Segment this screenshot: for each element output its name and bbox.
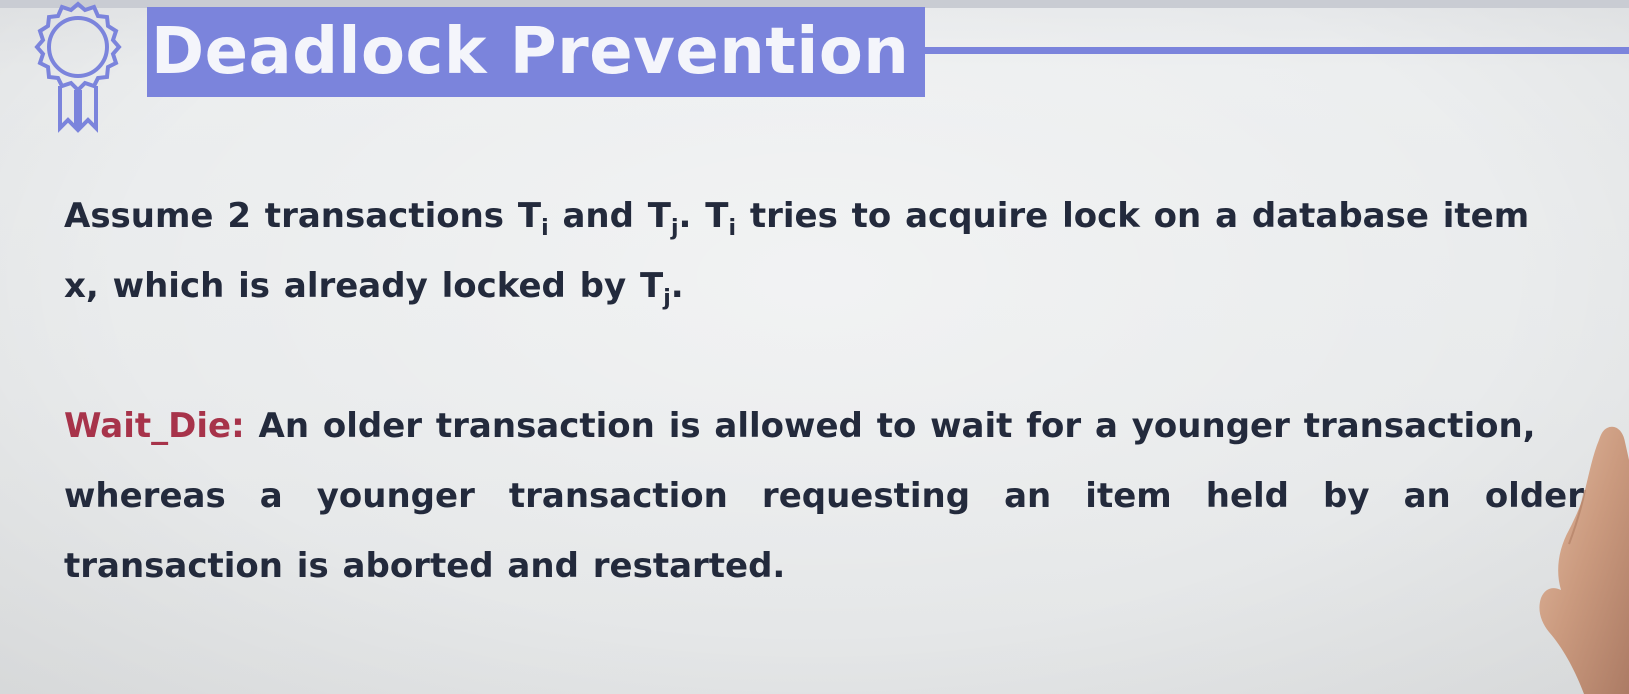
assumption-line-2: x, which is already locked by Tj. (64, 251, 1584, 321)
assumption-text-3: . T (678, 196, 729, 236)
assumption-text-4: tries to acquire lock on a database item (736, 196, 1530, 236)
assumption-line-1: Assume 2 transactions Ti and Tj. Ti trie… (64, 181, 1584, 251)
wait-die-paragraph: Wait_Die: An older transaction is allowe… (64, 391, 1584, 601)
wait-die-term: Wait_Die: (64, 406, 245, 446)
title-bar: Deadlock Prevention (147, 7, 925, 97)
assumption-paragraph: Assume 2 transactions Ti and Tj. Ti trie… (64, 181, 1584, 321)
wait-die-text-1: An older transaction is allowed to wait … (244, 406, 1536, 446)
subscript-i: i (541, 216, 549, 241)
subscript-j: j (663, 286, 671, 311)
title-underline-rule (925, 47, 1629, 54)
assumption-text-6: . (670, 266, 684, 306)
subscript-j: j (670, 216, 679, 241)
assumption-text-2: and T (548, 196, 671, 236)
assumption-text-1: Assume 2 transactions T (64, 196, 542, 236)
assumption-text-5: x, which is already locked by T (64, 266, 664, 306)
wait-die-line-1: Wait_Die: An older transaction is allowe… (64, 391, 1584, 461)
subscript-i: i (728, 216, 737, 241)
presenter-hand (1539, 426, 1629, 694)
award-ribbon-icon (34, 1, 122, 133)
wait-die-line-3: transaction is aborted and restarted. (64, 546, 786, 586)
wait-die-line-2: whereas a younger transaction requesting… (64, 476, 1584, 516)
page-title: Deadlock Prevention (151, 15, 910, 89)
